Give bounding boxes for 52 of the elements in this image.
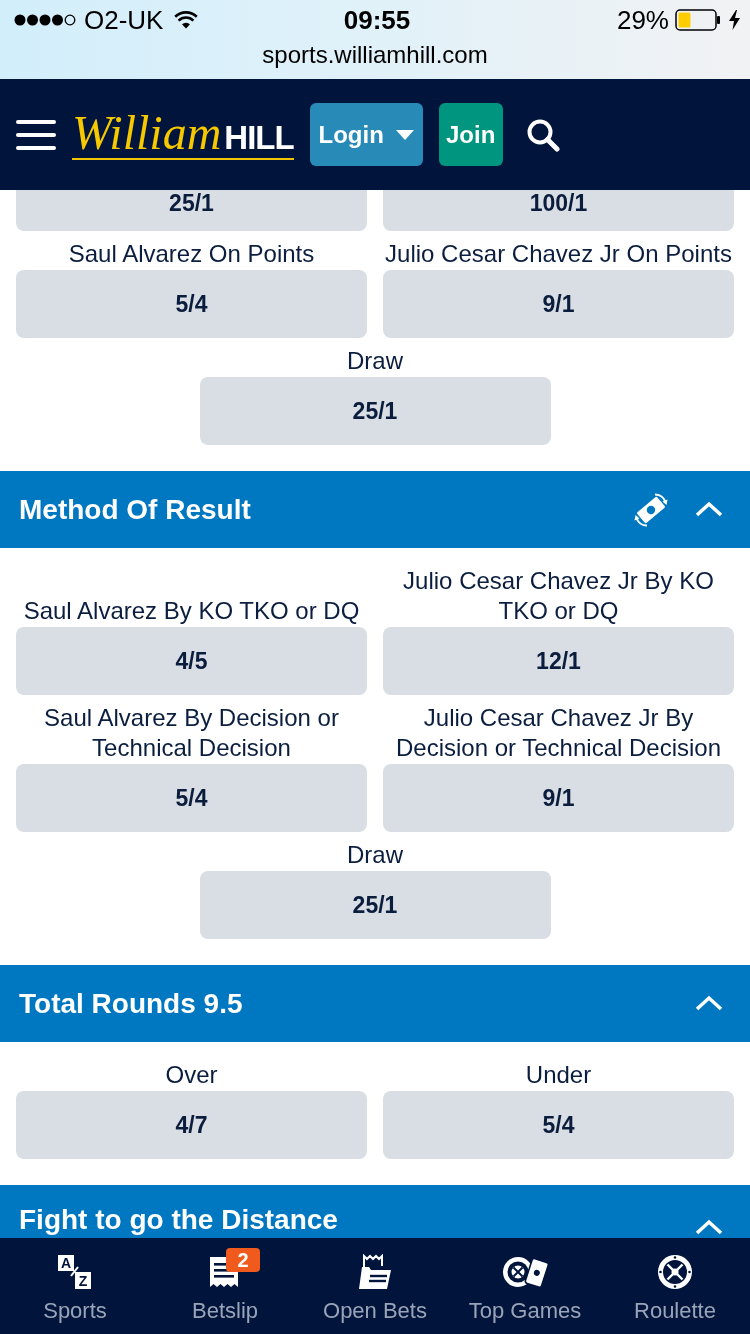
selection-label: Julio Cesar Chavez Jr By Decision or Technical Decision [394,703,722,763]
selection-label: Julio Cesar Chavez Jr By KO TKO or DQ [402,566,715,626]
odds-button[interactable]: 25/1 [199,377,551,445]
market-title: Method Of Result [19,493,251,526]
odds-button[interactable]: 100/1 [383,190,734,231]
count-badge: 2 [226,1248,260,1272]
market-title: Fight to go the Distance [19,1204,338,1236]
charging-icon [729,10,740,30]
signal-icon [14,14,76,26]
battery-icon [675,9,721,31]
tab-item[interactable]: Top Games [450,1238,600,1334]
battery-percent: 29% [616,5,669,35]
caret-down-icon [395,129,414,140]
odds-button[interactable]: 25/1 [199,871,551,939]
odds-button[interactable]: 12/1 [383,627,734,695]
selection-label: Draw [346,840,404,870]
wifi-icon [174,11,199,29]
odds-button[interactable]: 5/4 [16,270,367,338]
chevron-up-icon[interactable] [695,995,723,1012]
tab-item[interactable]: A Z Sports [0,1238,150,1334]
odds-button[interactable]: 4/5 [16,627,367,695]
tab-item[interactable]: Open Bets [300,1238,450,1334]
selection-label: Saul Alvarez By KO TKO or DQ [22,596,361,626]
selection-label: Saul Alvarez On Points [67,239,316,269]
chevron-up-icon[interactable] [695,501,723,518]
brand-logo[interactable]: WilliamHILL [72,109,294,160]
odds-button[interactable]: 9/1 [383,270,734,338]
odds-button[interactable]: 9/1 [383,764,734,832]
page-url: sports.williamhill.com [261,40,489,70]
selection-label: Under [524,1060,593,1090]
chevron-up-icon[interactable] [695,1219,723,1236]
carrier-name: O2-UK [84,5,164,35]
odds-button[interactable]: 5/4 [383,1091,734,1159]
tab-item[interactable]: Roulette [600,1238,750,1334]
selection-label: Julio Cesar Chavez Jr On Points [384,239,733,269]
odds-button[interactable]: 4/7 [16,1091,367,1159]
odds-button[interactable]: 25/1 [16,190,367,231]
selection-label: Saul Alvarez By Decision or Technical Decision [43,703,340,763]
selection-label: Over [164,1060,219,1090]
tickets-icon [357,1254,393,1290]
selection-label: Draw [346,346,404,376]
join-button[interactable]: Join [438,103,503,166]
login-button[interactable]: Login [309,103,423,166]
odds-button[interactable]: 5/4 [16,764,367,832]
market-title: Total Rounds 9.5 [19,987,243,1020]
clock-time: 09:55 [343,5,411,35]
banknote-arrows-icon[interactable] [633,491,669,528]
menu-icon[interactable] [16,119,56,150]
roulette-wheel-icon [657,1254,693,1290]
tab-item[interactable]: Betslip 2 [150,1238,300,1334]
search-icon[interactable] [525,117,560,152]
roulette-card-icon [502,1254,548,1290]
